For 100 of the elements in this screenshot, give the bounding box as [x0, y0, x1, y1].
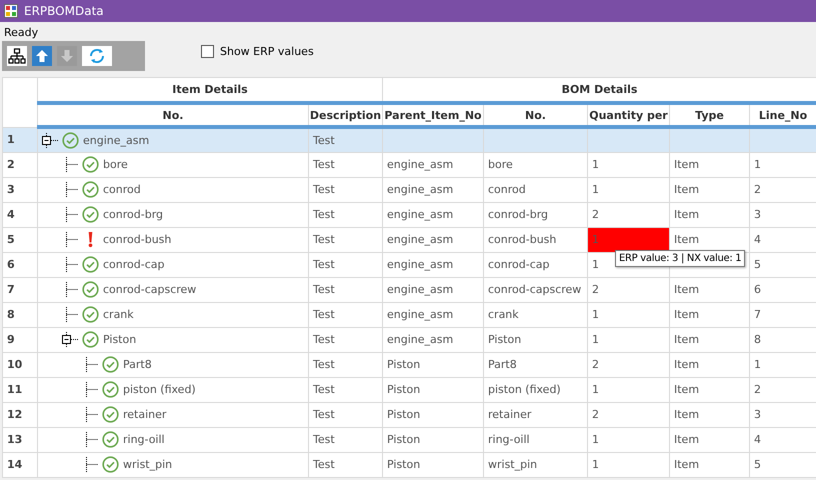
table-cell: Item: [670, 352, 750, 377]
table-cell: Test: [308, 452, 382, 477]
column-header[interactable]: Quantity per: [588, 103, 670, 127]
table-cell: crank: [484, 302, 588, 327]
table-cell: Test: [308, 127, 382, 152]
table-cell: engine_asm: [382, 227, 484, 252]
row-number: 14: [2, 452, 38, 477]
arrow-down-icon: [60, 49, 74, 63]
table-cell: 2: [588, 277, 670, 302]
table-row[interactable]: 7 conrod-capscrew Test engine_asm conrod-capscrew 2 Item 6: [2, 277, 816, 302]
column-header[interactable]: Type: [670, 103, 750, 127]
tooltip: ERP value: 3 | NX value: 1: [615, 250, 746, 267]
exclamation-icon: [87, 231, 94, 248]
item-name: wrist_pin: [123, 458, 172, 471]
collapse-icon[interactable]: [62, 332, 78, 347]
table-cell: Item: [670, 427, 750, 452]
row-number: 2: [2, 152, 38, 177]
table-cell: 1: [588, 152, 670, 177]
check-circle-icon: [82, 256, 99, 273]
table-cell: Test: [308, 427, 382, 452]
column-header[interactable]: Line_No: [750, 103, 816, 127]
row-number: 11: [2, 377, 38, 402]
table-row[interactable]: 2 bore Test engine_asm bore 1 Item 1: [2, 152, 816, 177]
table-cell: engine_asm: [382, 152, 484, 177]
up-button[interactable]: [32, 46, 52, 66]
table-row[interactable]: 10 Part8 Test Piston Part8 2 Item 1: [2, 352, 816, 377]
check-circle-icon: [102, 456, 119, 473]
table-cell: engine_asm: [382, 202, 484, 227]
table-cell: piston (fixed): [484, 377, 588, 402]
item-name: Part8: [123, 358, 152, 371]
item-name: crank: [103, 308, 134, 321]
table-cell: Item: [670, 152, 750, 177]
table-cell: 1: [588, 177, 670, 202]
refresh-icon: [88, 47, 106, 65]
table-cell: 1: [588, 452, 670, 477]
item-name: conrod-bush: [103, 233, 172, 246]
table-row[interactable]: 5 conrod-bush Test engine_asm conrod-bush 1 Item 4: [2, 227, 816, 252]
table-cell: Test: [308, 327, 382, 352]
column-header[interactable]: No.: [38, 103, 308, 127]
row-number: 10: [2, 352, 38, 377]
check-circle-icon: [102, 356, 119, 373]
table-row[interactable]: 8 crank Test engine_asm crank 1 Item 7: [2, 302, 816, 327]
table-cell: Item: [670, 377, 750, 402]
table-row[interactable]: 12 retainer Test Piston retainer 2 Item 3: [2, 402, 816, 427]
table-cell: 1: [588, 302, 670, 327]
status-text: Ready: [4, 26, 38, 39]
table-row[interactable]: 11 piston (fixed) Test Piston piston (fixed) 1 Item 2: [2, 377, 816, 402]
table-cell: Test: [308, 402, 382, 427]
row-number: 8: [2, 302, 38, 327]
item-name: ring-oill: [123, 433, 165, 446]
table-cell: 2: [588, 402, 670, 427]
table-cell: Piston: [382, 352, 484, 377]
table-row[interactable]: 3 conrod Test engine_asm conrod 1 Item 2: [2, 177, 816, 202]
refresh-button[interactable]: [82, 46, 112, 66]
table-row[interactable]: 13 ring-oill Test Piston ring-oill 1 Item 4: [2, 427, 816, 452]
check-circle-icon: [102, 381, 119, 398]
app-icon: [4, 4, 18, 18]
table-row[interactable]: 4 conrod-brg Test engine_asm conrod-brg 2 Item 3: [2, 202, 816, 227]
table-cell: 2: [588, 352, 670, 377]
row-number: 4: [2, 202, 38, 227]
row-number: 7: [2, 277, 38, 302]
table-cell: Item: [670, 452, 750, 477]
table-cell: Item: [670, 177, 750, 202]
item-name: conrod-cap: [103, 258, 164, 271]
column-header[interactable]: No.: [484, 103, 588, 127]
table-cell: engine_asm: [382, 252, 484, 277]
column-header[interactable]: Parent_Item_No: [382, 103, 484, 127]
table-cell: 2: [588, 202, 670, 227]
row-number: 6: [2, 252, 38, 277]
table-cell: Piston: [382, 377, 484, 402]
check-circle-icon: [62, 132, 79, 149]
table-cell: conrod-cap: [484, 252, 588, 277]
table-cell: engine_asm: [382, 277, 484, 302]
checkbox[interactable]: [201, 45, 214, 58]
table-cell: Test: [308, 352, 382, 377]
table-row[interactable]: 14 wrist_pin Test Piston wrist_pin 1 Item 5: [2, 452, 816, 477]
table-cell: Test: [308, 277, 382, 302]
hierarchy-button[interactable]: [7, 46, 27, 66]
table-cell: engine_asm: [382, 177, 484, 202]
table-cell: conrod-brg: [484, 202, 588, 227]
hierarchy-icon: [8, 48, 26, 64]
column-header[interactable]: Description: [308, 103, 382, 127]
table-cell: retainer: [484, 402, 588, 427]
check-circle-icon: [82, 156, 99, 173]
check-circle-icon: [82, 281, 99, 298]
item-name: Piston: [103, 333, 136, 346]
table-row[interactable]: 1 engine_asm Test: [2, 127, 816, 152]
item-name: retainer: [123, 408, 166, 421]
table-cell: 1: [588, 327, 670, 352]
collapse-icon[interactable]: [42, 132, 58, 148]
group-header: Item Details: [38, 78, 382, 103]
check-circle-icon: [102, 431, 119, 448]
row-number: 5: [2, 227, 38, 252]
arrow-up-icon: [35, 49, 49, 63]
table-cell: Test: [308, 227, 382, 252]
table-cell: Piston: [382, 452, 484, 477]
row-number: 1: [2, 127, 38, 152]
table-cell: ring-oill: [484, 427, 588, 452]
table-row[interactable]: 9 Piston Test engine_asm Piston 1 Item 8: [2, 327, 816, 352]
table-cell: bore: [484, 152, 588, 177]
